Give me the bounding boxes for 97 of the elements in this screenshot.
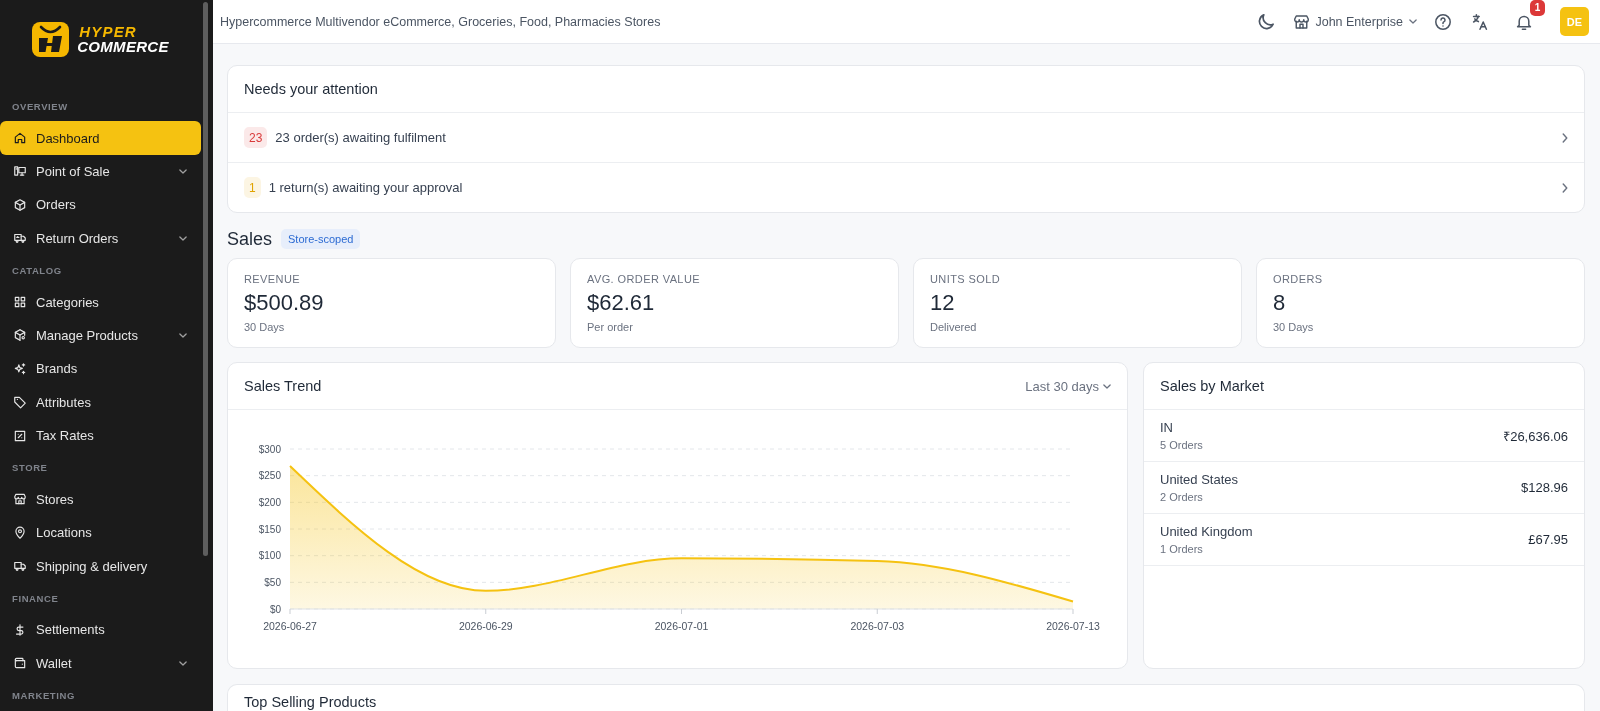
box-icon — [13, 328, 27, 343]
truck-icon — [13, 231, 27, 246]
metric-label: AVG. ORDER VALUE — [587, 272, 700, 286]
attention-row[interactable]: 23 23 order(s) awaiting fulfilment — [228, 113, 1584, 163]
metric-label: ORDERS — [1273, 272, 1323, 286]
y-tick-label: $150 — [258, 523, 281, 535]
home-icon — [13, 131, 27, 146]
translate-icon[interactable] — [1472, 13, 1488, 30]
sidebar-item[interactable]: Locations — [0, 516, 201, 550]
sidebar-item[interactable]: Attributes — [0, 385, 201, 419]
metric-note: Per order — [587, 320, 633, 334]
y-tick-label: $200 — [258, 496, 281, 508]
market-name: United States — [1160, 471, 1239, 488]
card-title: Sales by Market — [1160, 378, 1264, 394]
sidebar-item[interactable]: Settlements — [0, 613, 201, 647]
sidebar-item[interactable]: Shipping & delivery — [0, 549, 201, 583]
y-tick-label: $250 — [258, 470, 281, 482]
card-title: Top Selling Products — [244, 694, 377, 710]
box-icon — [13, 197, 27, 212]
card-title: Needs your attention — [244, 81, 378, 97]
sidebar-item[interactable]: Dashboard — [0, 121, 201, 155]
metric-note: 30 Days — [244, 320, 285, 334]
order-count: 5 Orders — [1160, 437, 1203, 452]
count-badge: 1 — [244, 177, 261, 198]
chevron-down-icon — [1409, 19, 1417, 24]
section-label: OVERVIEW — [11, 100, 69, 114]
y-tick-label: $50 — [264, 576, 281, 588]
pos-terminal-icon — [13, 164, 27, 179]
tag-icon — [13, 395, 27, 410]
scope-badge: Store-scoped — [281, 229, 361, 249]
market-amount: £67.95 — [1528, 532, 1568, 547]
chevron-down-icon — [1103, 383, 1111, 389]
card-title: Sales Trend — [244, 378, 322, 394]
chevron-down-icon — [179, 168, 187, 174]
x-tick-label: 2026-06-29 — [458, 620, 513, 632]
shopping-bag-icon — [32, 19, 70, 57]
location-pin-icon — [13, 525, 27, 540]
truck-icon — [13, 559, 27, 574]
x-tick-label: 2026-07-13 — [1046, 620, 1100, 632]
chevron-down-icon — [179, 235, 187, 241]
x-tick-label: 2026-07-03 — [850, 620, 905, 632]
sidebar-item[interactable]: Wallet — [0, 646, 201, 681]
sparkle-icon — [13, 361, 27, 376]
y-tick-label: $100 — [258, 550, 281, 562]
sidebar-item[interactable]: Brands — [0, 352, 201, 386]
chevron-down-icon — [179, 332, 187, 338]
metric-note: Delivered — [930, 320, 977, 334]
logo-text: COMMERCE — [77, 39, 169, 54]
metric-value: $500.89 — [244, 290, 324, 316]
store-selector[interactable]: John Enterprise — [1294, 14, 1417, 29]
sidebar-item[interactable]: Stores — [0, 482, 201, 517]
market-amount: $128.96 — [1521, 480, 1568, 495]
y-tick-label: $0 — [269, 603, 281, 615]
attention-row[interactable]: 1 1 return(s) awaiting your approval — [228, 163, 1584, 212]
sidebar-item[interactable]: Tax Rates — [0, 418, 201, 453]
help-icon[interactable] — [1435, 13, 1451, 30]
section-label: STORE — [11, 461, 49, 476]
market-amount: ₹26,636.06 — [1503, 427, 1568, 445]
metric-value: 12 — [930, 290, 955, 316]
moon-icon[interactable] — [1258, 13, 1275, 30]
order-count: 1 Orders — [1160, 541, 1203, 556]
metric-label: REVENUE — [244, 272, 300, 286]
chevron-right-icon — [1562, 132, 1568, 143]
sidebar-item[interactable]: Manage Products — [0, 318, 201, 353]
x-tick-label: 2026-06-27 — [263, 620, 317, 632]
wallet-icon — [13, 656, 27, 671]
logo-text: HYPER — [79, 24, 137, 39]
bell-icon[interactable] — [1516, 13, 1532, 30]
store-icon — [1294, 14, 1310, 29]
sidebar-item[interactable]: Point of Sale — [0, 154, 201, 189]
section-title: Sales — [227, 228, 273, 250]
metric-value: 8 — [1273, 290, 1286, 316]
count-badge: 23 — [244, 127, 268, 148]
metric-note: 30 Days — [1273, 320, 1314, 334]
section-label: FINANCE — [11, 591, 60, 606]
x-tick-label: 2026-07-01 — [654, 620, 709, 632]
market-name: IN — [1160, 419, 1173, 436]
percent-icon — [13, 428, 27, 443]
store-icon — [13, 492, 27, 507]
dollar-sign-icon — [13, 622, 27, 637]
y-tick-label: $300 — [258, 443, 281, 455]
market-name: United Kingdom — [1160, 523, 1253, 540]
chevron-right-icon — [1562, 182, 1568, 193]
chevron-down-icon — [179, 660, 187, 666]
section-label: MARKETING — [11, 689, 76, 704]
app-title: Hypercommerce Multivendor eCommerce, Groceries, Food, Pharmacies Stores — [220, 14, 662, 29]
period-dropdown[interactable]: Last 30 days — [1025, 378, 1111, 394]
scrollbar-thumb[interactable] — [203, 2, 208, 556]
metric-value: $62.61 — [587, 290, 655, 316]
notification-badge: 1 — [1530, 0, 1545, 16]
section-label: CATALOG — [11, 263, 63, 278]
sidebar-item[interactable]: Return Orders — [0, 221, 201, 255]
sidebar-item[interactable]: Categories — [0, 285, 201, 319]
sidebar-item[interactable]: Orders — [0, 188, 201, 222]
order-count: 2 Orders — [1160, 489, 1203, 504]
metric-label: UNITS SOLD — [930, 272, 1000, 286]
grid-icon — [13, 295, 27, 310]
